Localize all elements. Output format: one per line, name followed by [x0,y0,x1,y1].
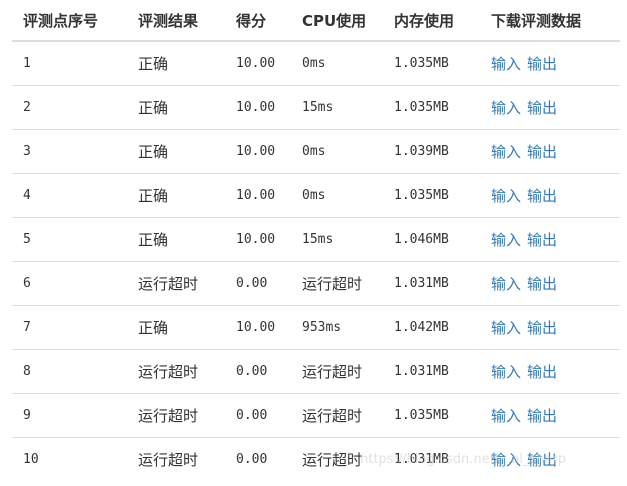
table-row: 9 运行超时 0.00 运行超时 1.035MB 输入 输出 [12,393,620,438]
table-row: 1 正确 10.00 0ms 1.035MB 输入 输出 [12,41,620,86]
download-output-link[interactable]: 输出 [527,275,557,293]
cell-cpu: 15ms [291,217,383,262]
table-row: 6 运行超时 0.00 运行超时 1.031MB 输入 输出 [12,261,620,306]
cell-result: 正确 [127,305,225,350]
download-output-link[interactable]: 输出 [527,407,557,425]
cell-download-links: 输入 输出 [480,85,620,130]
cell-memory: 1.031MB [383,437,480,481]
cell-download-links: 输入 输出 [480,129,620,174]
header-cpu-usage: CPU使用 [291,0,383,42]
table-row: 10 运行超时 0.00 运行超时 1.031MB 输入 输出 [12,437,620,481]
cell-index: 2 [12,85,127,130]
table-row: 2 正确 10.00 15ms 1.035MB 输入 输出 [12,85,620,130]
cell-cpu: 运行超时 [291,393,383,438]
cell-memory: 1.035MB [383,85,480,130]
cell-score: 10.00 [225,305,291,350]
download-input-link[interactable]: 输入 [491,319,521,337]
cell-download-links: 输入 输出 [480,261,620,306]
cell-download-links: 输入 输出 [480,305,620,350]
cell-score: 10.00 [236,56,276,71]
header-memory-usage: 内存使用 [383,0,480,42]
cell-result: 运行超时 [127,349,225,394]
cell-index: 7 [12,305,127,350]
header-result: 评测结果 [127,0,225,42]
cell-result: 运行超时 [127,393,225,438]
header-test-point-index: 评测点序号 [12,0,127,42]
download-input-link[interactable]: 输入 [491,187,521,205]
table-row: 5 正确 10.00 15ms 1.046MB 输入 输出 [12,217,620,262]
cell-score: 10.00 [225,173,291,218]
table-row: 4 正确 10.00 0ms 1.035MB 输入 输出 [12,173,620,218]
download-input-link[interactable]: 输入 [491,55,521,73]
cell-memory: 1.042MB [383,305,480,350]
cell-index: 1 [23,56,31,71]
download-input-link[interactable]: 输入 [491,99,521,117]
download-input-link[interactable]: 输入 [491,451,521,469]
cell-score: 0.00 [225,437,291,481]
cell-memory: 1.035MB [383,173,480,218]
cell-result: 正确 [127,173,225,218]
cell-index: 4 [12,173,127,218]
cell-score: 0.00 [225,393,291,438]
download-input-link[interactable]: 输入 [491,275,521,293]
table-row: 3 正确 10.00 0ms 1.039MB 输入 输出 [12,129,620,174]
download-output-link[interactable]: 输出 [527,319,557,337]
cell-score: 10.00 [225,129,291,174]
download-output-link[interactable]: 输出 [527,55,557,73]
download-input-link[interactable]: 输入 [491,143,521,161]
cell-index: 9 [12,393,127,438]
cell-result: 正确 [127,129,225,174]
cell-memory: 1.031MB [383,261,480,306]
download-output-link[interactable]: 输出 [527,99,557,117]
cell-memory: 1.035MB [394,56,449,71]
download-output-link[interactable]: 输出 [527,143,557,161]
cell-cpu: 0ms [291,129,383,174]
cell-memory: 1.031MB [383,349,480,394]
cell-result: 运行超时 [127,261,225,306]
cell-cpu: 运行超时 [291,349,383,394]
cell-result: 正确 [138,55,169,73]
download-input-link[interactable]: 输入 [491,407,521,425]
table-row: 8 运行超时 0.00 运行超时 1.031MB 输入 输出 [12,349,620,394]
cell-download-links: 输入 输出 [480,41,620,86]
cell-memory: 1.039MB [383,129,480,174]
cell-download-links: 输入 输出 [480,437,620,481]
cell-cpu: 0ms [302,56,326,71]
download-input-link[interactable]: 输入 [491,231,521,249]
header-score: 得分 [225,0,291,42]
header-download-data: 下载评测数据 [480,0,620,42]
judge-results-table: 评测点序号 评测结果 得分 CPU使用 内存使用 下载评测数据 1 正确 10.00… [12,0,620,481]
cell-index: 3 [12,129,127,174]
cell-result: 运行超时 [127,437,225,481]
cell-score: 0.00 [225,349,291,394]
table-header-row: 评测点序号 评测结果 得分 CPU使用 内存使用 下载评测数据 [12,0,620,42]
cell-download-links: 输入 输出 [480,393,620,438]
cell-score: 10.00 [225,85,291,130]
cell-memory: 1.046MB [383,217,480,262]
cell-result: 正确 [127,217,225,262]
cell-result: 正确 [127,85,225,130]
cell-cpu: 0ms [291,173,383,218]
cell-index: 5 [12,217,127,262]
download-output-link[interactable]: 输出 [527,451,557,469]
cell-cpu: 运行超时 [291,261,383,306]
cell-index: 6 [12,261,127,306]
cell-download-links: 输入 输出 [480,217,620,262]
cell-download-links: 输入 输出 [480,173,620,218]
download-input-link[interactable]: 输入 [491,363,521,381]
cell-score: 0.00 [225,261,291,306]
cell-memory: 1.035MB [383,393,480,438]
download-output-link[interactable]: 输出 [527,363,557,381]
cell-cpu: 运行超时 [291,437,383,481]
cell-index: 8 [12,349,127,394]
cell-cpu: 953ms [291,305,383,350]
cell-download-links: 输入 输出 [480,349,620,394]
download-output-link[interactable]: 输出 [527,187,557,205]
cell-cpu: 15ms [291,85,383,130]
cell-index: 10 [12,437,127,481]
table-row: 7 正确 10.00 953ms 1.042MB 输入 输出 [12,305,620,350]
download-output-link[interactable]: 输出 [527,231,557,249]
cell-score: 10.00 [225,217,291,262]
